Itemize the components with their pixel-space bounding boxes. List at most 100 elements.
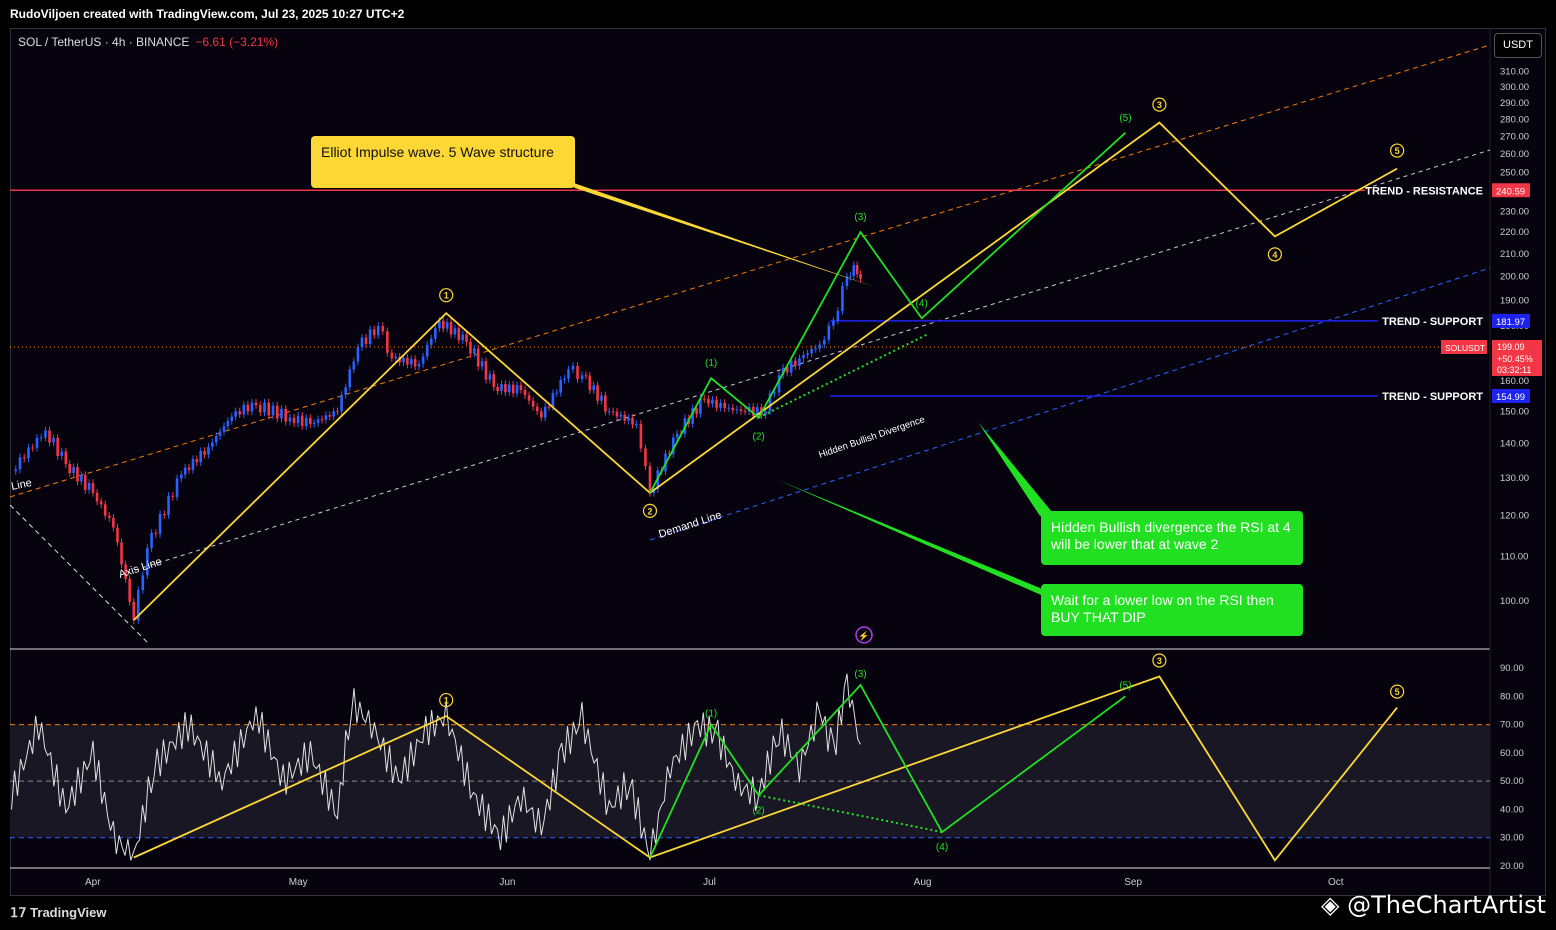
buy-dip-callout[interactable]: Wait for a lower low on the RSI then BUY… xyxy=(1041,584,1303,636)
candle-body xyxy=(580,375,584,379)
candle-body xyxy=(72,467,75,473)
minor-wave-label: (2) xyxy=(753,432,765,443)
candle-body xyxy=(794,360,797,367)
price-tick-label: 140.00 xyxy=(1500,439,1529,450)
channel-lower-line xyxy=(649,267,1491,541)
candle-body xyxy=(48,430,51,443)
candle-body xyxy=(332,411,335,417)
price-tick-label: 250.00 xyxy=(1500,167,1529,178)
candle-body xyxy=(76,467,79,482)
tradingview-logo[interactable]: 𝟣𝟩 TradingView xyxy=(10,905,107,921)
candle-body xyxy=(230,416,234,421)
hidden-divergence-callout[interactable]: Hidden Bullish divergence the RSI at 4 w… xyxy=(1041,511,1303,565)
minor-wave-path xyxy=(649,132,1127,494)
time-tick-label: May xyxy=(289,877,308,888)
currency-button[interactable]: USDT xyxy=(1494,33,1542,58)
major-wave-label: 2 xyxy=(647,506,652,516)
candle-body xyxy=(60,451,64,457)
rsi-minor-wave-label: (2) xyxy=(753,805,765,816)
candle-body xyxy=(163,513,166,516)
tradingview-label: TradingView xyxy=(30,905,107,920)
candle-body xyxy=(27,447,30,459)
candle-body xyxy=(473,348,476,354)
annotation-demand-line: Demand Line xyxy=(657,509,723,541)
price-tick-label: 310.00 xyxy=(1500,67,1529,78)
candle-body xyxy=(500,384,503,392)
rsi-minor-wave-label: (3) xyxy=(854,669,866,680)
candle-body xyxy=(64,451,68,465)
candle-body xyxy=(604,395,607,412)
candle-body xyxy=(421,356,425,364)
candle-body xyxy=(336,411,339,413)
candle-body xyxy=(413,359,417,367)
candle-body xyxy=(402,357,405,363)
candle-body xyxy=(348,369,352,388)
level-price-text: 181.97 xyxy=(1496,317,1525,328)
candle-body xyxy=(823,339,826,345)
candle-body xyxy=(631,417,634,425)
price-tick-label: 270.00 xyxy=(1500,131,1529,142)
candle-body xyxy=(547,406,551,408)
elliott-callout[interactable]: Elliot Impulse wave. 5 Wave structure xyxy=(311,136,575,188)
candle-body xyxy=(559,379,563,393)
rsi-tick-label: 70.00 xyxy=(1500,720,1524,731)
watermark-text: @TheChartArtist xyxy=(1347,891,1546,919)
candle-body xyxy=(128,578,131,602)
price-tick-label: 280.00 xyxy=(1500,114,1529,125)
candle-body xyxy=(465,334,468,342)
symbol-legend[interactable]: SOL / TetherUS · 4h · BINANCE −6.61 (−3.2… xyxy=(18,35,278,49)
candle-body xyxy=(596,385,599,401)
candle-body xyxy=(386,331,389,353)
candle-body xyxy=(91,483,95,493)
channel-upper-line xyxy=(9,44,1491,498)
candle-body xyxy=(635,423,638,425)
price-tick-label: 230.00 xyxy=(1500,206,1529,217)
candle-body xyxy=(183,467,187,475)
candle-body xyxy=(352,361,356,370)
chart-canvas[interactable]: 100.00110.00120.00130.00140.00150.00160.… xyxy=(0,0,1556,930)
price-tick-label: 150.00 xyxy=(1500,406,1529,417)
major-wave-label: 3 xyxy=(1157,100,1162,110)
candle-body xyxy=(855,265,859,274)
candle-body xyxy=(576,365,579,379)
candle-body xyxy=(727,407,731,409)
candle-body xyxy=(22,457,26,459)
price-tick-label: 120.00 xyxy=(1500,511,1529,522)
symbol-name[interactable]: SOL / TetherUS · 4h · BINANCE xyxy=(18,35,189,49)
candle-body xyxy=(309,417,312,424)
candle-body xyxy=(476,348,480,367)
candle-body xyxy=(551,393,555,407)
candle-body xyxy=(390,352,394,359)
candle-body xyxy=(150,532,153,548)
major-wave-label: 1 xyxy=(444,696,449,706)
price-tick-label: 300.00 xyxy=(1500,82,1529,93)
major-wave-label: 3 xyxy=(1157,656,1162,666)
candle-body xyxy=(507,384,511,393)
candle-body xyxy=(394,356,398,359)
candle-body xyxy=(280,408,283,419)
candle-body xyxy=(588,375,592,391)
candle-body xyxy=(488,374,492,380)
candle-body xyxy=(35,437,39,448)
candle-body xyxy=(806,353,809,356)
annotation-axis-line: Axis Line xyxy=(117,556,163,581)
candle-body xyxy=(711,399,714,404)
candle-body xyxy=(39,437,43,439)
divergence-callout-pointer xyxy=(978,422,1052,516)
candle-body xyxy=(515,385,519,394)
candle-body xyxy=(83,475,87,490)
candle-body xyxy=(238,411,242,415)
tradingview-icon: 𝟣𝟩 xyxy=(10,905,27,920)
candle-body xyxy=(773,392,776,394)
candle-body xyxy=(845,276,849,286)
rsi-tick-label: 90.00 xyxy=(1500,663,1524,674)
candle-body xyxy=(180,474,183,479)
time-tick-label: Jun xyxy=(499,877,515,888)
rsi-minor-wave-label: (4) xyxy=(936,842,948,853)
trend-level-label: TREND - SUPPORT xyxy=(1382,391,1483,403)
candle-body xyxy=(543,406,547,418)
last-change-text: +50.45% xyxy=(1497,354,1533,364)
candle-body xyxy=(719,402,722,408)
minor-wave-label: (1) xyxy=(705,358,717,369)
candle-body xyxy=(852,265,856,276)
